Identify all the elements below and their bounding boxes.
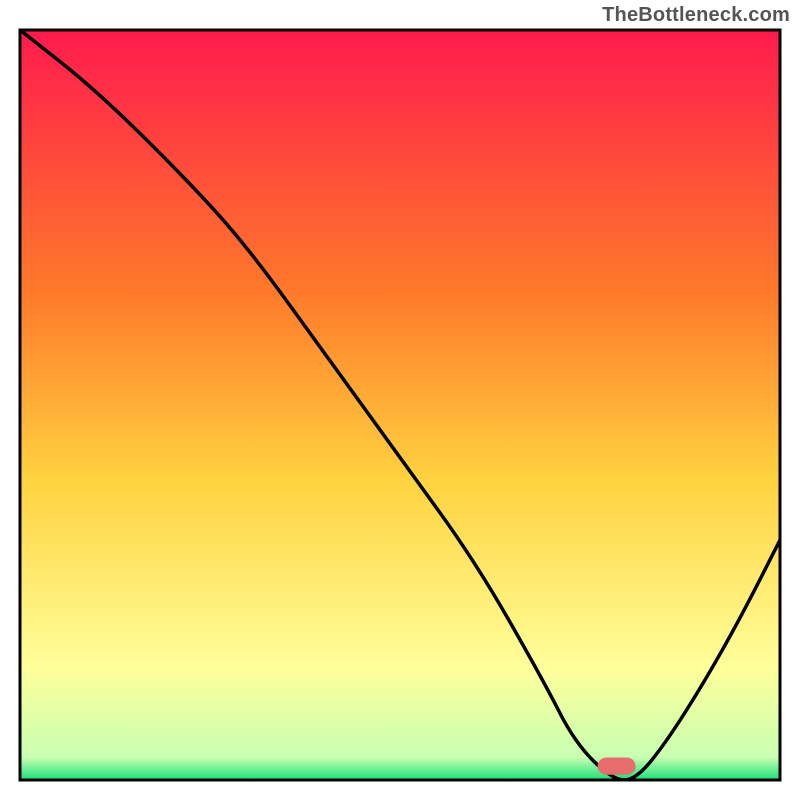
bottleneck-chart — [0, 0, 800, 800]
plot-background — [20, 30, 780, 780]
optimal-marker — [598, 758, 636, 775]
watermark-text: TheBottleneck.com — [602, 4, 790, 27]
